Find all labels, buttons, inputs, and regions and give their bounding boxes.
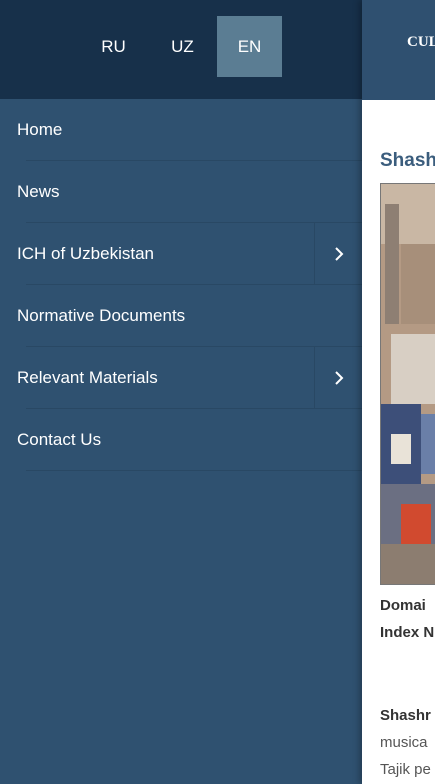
meta-index: Index N	[380, 624, 435, 641]
language-en-button[interactable]: EN	[217, 16, 282, 77]
article-image	[380, 183, 435, 585]
page-content: CUL Shash Domai Index N Shashr musica Ta…	[362, 0, 435, 784]
drawer-menu: Home News ICH of Uzbekistan Normative Do…	[0, 99, 362, 471]
article-body: Shashr musica Tajik pe	[380, 702, 431, 783]
language-ru-button[interactable]: RU	[81, 16, 146, 77]
body-line: musica	[380, 734, 428, 751]
menu-item-label: Home	[17, 120, 63, 139]
side-drawer: RU UZ EN Home News ICH of Uzbekistan Nor…	[0, 0, 362, 784]
menu-item-contact-us[interactable]: Contact Us	[0, 409, 362, 471]
chevron-right-icon	[334, 371, 343, 385]
language-uz-button[interactable]: UZ	[150, 16, 215, 77]
body-line: Shashr	[380, 707, 431, 724]
menu-item-relevant-materials[interactable]: Relevant Materials	[0, 347, 362, 409]
submenu-toggle[interactable]	[314, 347, 362, 409]
menu-item-label: Relevant Materials	[17, 368, 158, 387]
menu-item-label: Contact Us	[17, 430, 102, 449]
menu-item-news[interactable]: News	[0, 161, 362, 223]
body-line: Tajik pe	[380, 761, 431, 778]
chevron-right-icon	[334, 247, 343, 261]
language-switcher: RU UZ EN	[0, 0, 362, 99]
submenu-toggle[interactable]	[314, 223, 362, 285]
article-photo	[381, 184, 435, 584]
menu-item-label: News	[17, 182, 60, 201]
meta-domain: Domai	[380, 597, 426, 614]
menu-item-label: Normative Documents	[17, 306, 186, 325]
menu-item-normative-documents[interactable]: Normative Documents	[0, 285, 362, 347]
page-header: CUL	[362, 0, 435, 100]
site-title[interactable]: CUL	[407, 34, 435, 51]
article-title: Shash	[380, 150, 435, 171]
menu-item-ich-of-uzbekistan[interactable]: ICH of Uzbekistan	[0, 223, 362, 285]
menu-item-home[interactable]: Home	[0, 99, 362, 161]
menu-item-label: ICH of Uzbekistan	[17, 244, 154, 263]
